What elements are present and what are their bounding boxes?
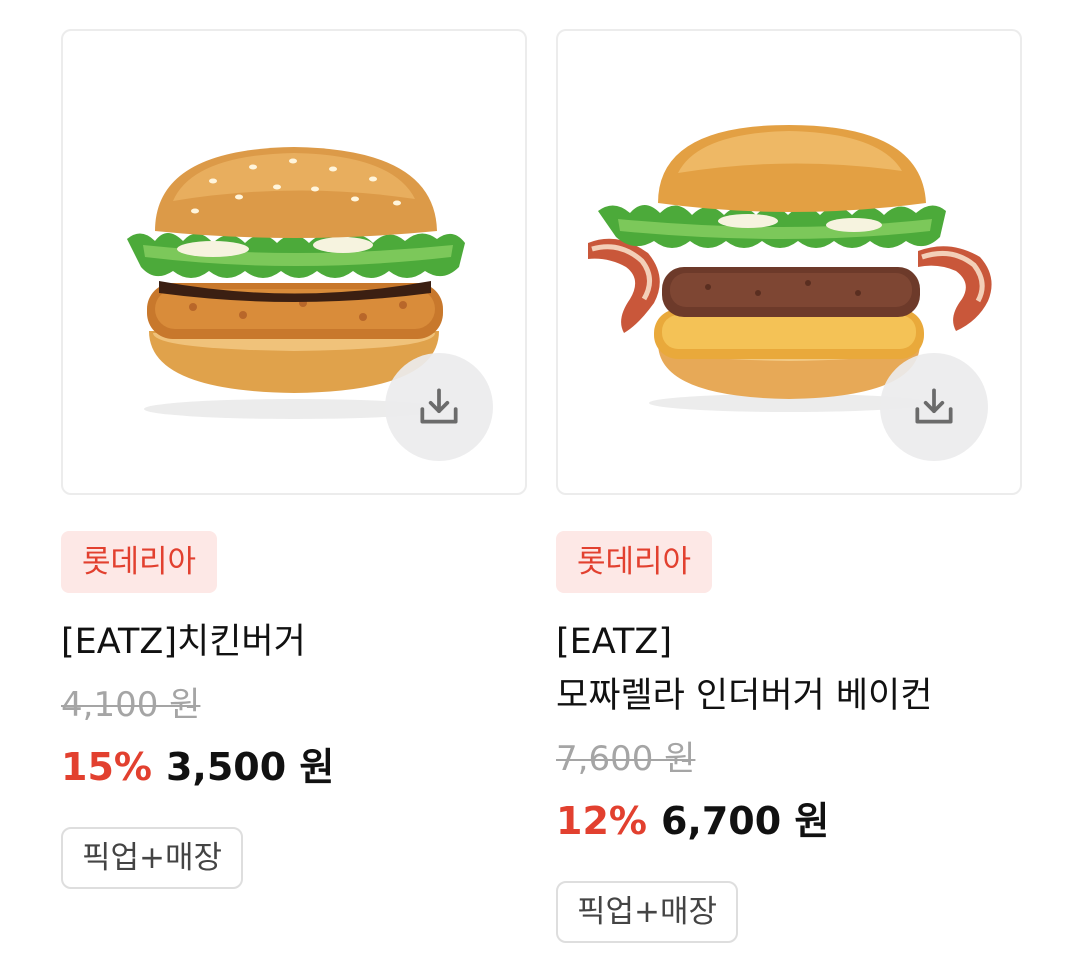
download-icon: [915, 388, 953, 424]
download-button[interactable]: [880, 353, 988, 461]
product-card[interactable]: 롯데리아 [EATZ] 모짜렐라 인더버거 베이컨 7,600 원 12% 6,7…: [556, 29, 1022, 943]
product-card[interactable]: 롯데리아 [EATZ]치킨버거 4,100 원 15% 3,500 원 픽업+매장: [61, 29, 527, 889]
price-row: 12% 6,700 원: [556, 797, 1020, 845]
original-price: 7,600 원: [556, 739, 696, 779]
service-tag: 픽업+매장: [556, 881, 739, 943]
product-title[interactable]: [EATZ]치킨버거: [61, 615, 525, 669]
original-price: 4,100 원: [61, 685, 201, 725]
product-title-line-1: [EATZ]: [556, 622, 673, 662]
brand-badge: 롯데리아: [556, 531, 713, 593]
service-tag: 픽업+매장: [61, 827, 244, 889]
sale-price: 6,700 원: [660, 799, 830, 843]
sale-price: 3,500 원: [165, 745, 335, 789]
discount-rate: 15%: [61, 745, 152, 789]
download-button[interactable]: [385, 353, 493, 461]
download-icon: [420, 388, 458, 424]
price-row: 15% 3,500 원: [61, 743, 525, 791]
product-image-frame[interactable]: [61, 29, 527, 495]
brand-badge: 롯데리아: [61, 531, 218, 593]
product-image-frame[interactable]: [556, 29, 1022, 495]
product-title[interactable]: [EATZ] 모짜렐라 인더버거 베이컨: [556, 615, 1020, 723]
product-title-line-2: 모짜렐라 인더버거 베이컨: [556, 676, 933, 716]
discount-rate: 12%: [556, 799, 647, 843]
